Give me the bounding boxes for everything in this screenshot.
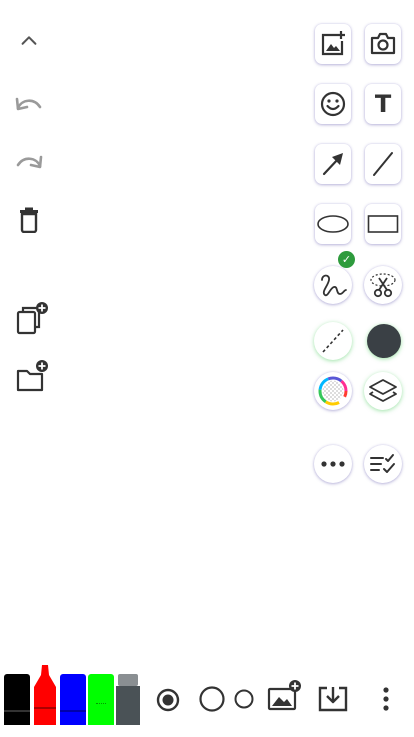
insert-image-bottom-button[interactable] — [264, 676, 304, 716]
color-picker-tool[interactable] — [314, 372, 352, 410]
rectangle-icon — [367, 215, 399, 233]
color-wheel-icon — [318, 376, 348, 406]
undo-button[interactable] — [12, 88, 46, 122]
layers-icon — [369, 379, 397, 402]
smiley-icon — [320, 91, 346, 117]
brush-size-large[interactable] — [154, 686, 182, 714]
scissors-lasso-tool[interactable] — [364, 266, 402, 304]
gray-eraser[interactable] — [116, 674, 140, 725]
collapse-button[interactable] — [12, 24, 46, 58]
text-tool-glyph: T — [374, 90, 392, 118]
fill-color-button[interactable] — [367, 324, 401, 358]
add-folder-icon — [16, 360, 48, 392]
freehand-lasso-icon — [321, 274, 347, 297]
overflow-menu-button[interactable] — [374, 684, 398, 714]
layers-tool[interactable] — [364, 372, 402, 410]
rectangle-tool[interactable] — [365, 204, 401, 244]
chevron-up-icon — [21, 36, 37, 45]
red-marker-shape — [34, 665, 56, 725]
red-marker[interactable] — [32, 665, 58, 725]
radio-selected-icon — [156, 688, 180, 712]
dashed-line-icon — [322, 329, 344, 353]
trash-icon — [20, 207, 38, 233]
more-horizontal-icon — [321, 461, 345, 467]
insert-image-tool[interactable] — [315, 24, 351, 64]
undo-icon — [15, 97, 42, 111]
dashed-line-tool[interactable] — [314, 322, 352, 360]
circle-outline-icon — [199, 686, 225, 712]
line-tool[interactable] — [365, 144, 401, 184]
add-image-icon — [267, 680, 301, 711]
add-folder-button[interactable] — [12, 357, 52, 397]
checklist-icon — [370, 454, 395, 473]
delete-button[interactable] — [12, 203, 46, 237]
camera-tool[interactable] — [365, 24, 401, 64]
green-marker[interactable] — [88, 674, 114, 725]
ellipse-tool[interactable] — [315, 204, 351, 244]
download-tray-icon — [318, 686, 348, 712]
ellipse-icon — [317, 215, 349, 233]
add-page-button[interactable] — [12, 300, 52, 340]
brush-size-small[interactable] — [232, 687, 256, 711]
arrow-icon — [322, 153, 343, 176]
selected-check-badge: ✓ — [338, 251, 355, 268]
scissors-lasso-icon — [370, 273, 396, 298]
black-marker[interactable] — [4, 674, 30, 725]
blue-marker[interactable] — [60, 674, 86, 725]
emoji-tool[interactable] — [315, 84, 351, 124]
camera-icon — [370, 32, 396, 55]
text-tool[interactable]: T — [365, 84, 401, 124]
redo-button[interactable] — [12, 146, 46, 180]
add-image-icon — [321, 31, 345, 56]
more-vertical-icon — [383, 687, 389, 711]
settings-list-button[interactable] — [364, 445, 402, 483]
add-page-icon — [16, 302, 48, 335]
brush-size-medium[interactable] — [197, 684, 227, 714]
line-icon — [373, 152, 393, 176]
more-options-button[interactable] — [314, 445, 352, 483]
arrow-tool[interactable] — [315, 144, 351, 184]
small-circle-outline-icon — [234, 689, 254, 709]
redo-icon — [16, 155, 43, 169]
save-download-button[interactable] — [316, 682, 350, 716]
freehand-lasso-tool[interactable] — [314, 266, 352, 304]
